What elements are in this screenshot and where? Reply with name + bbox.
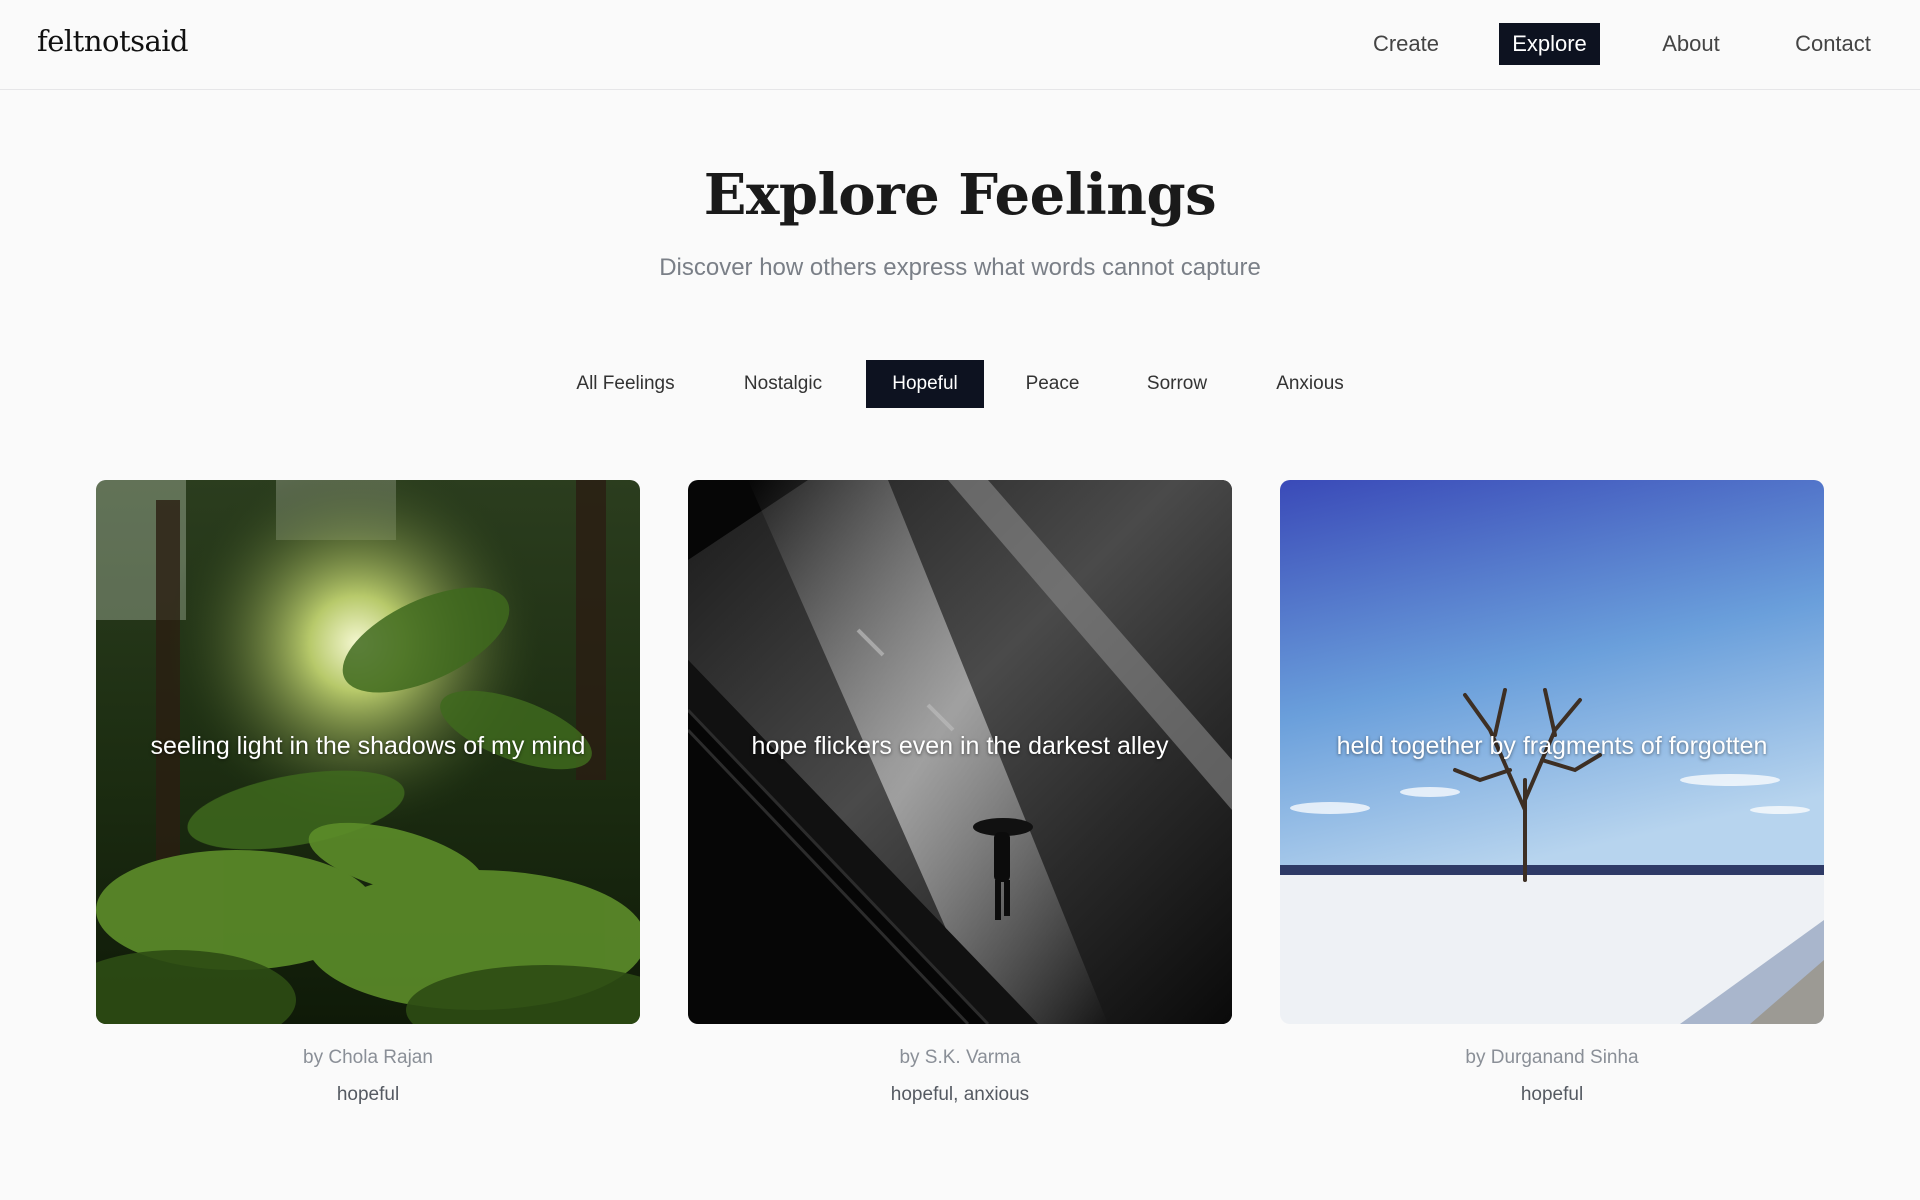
nav-about[interactable]: About (1649, 23, 1733, 65)
card-tags: hopeful (1520, 1084, 1584, 1105)
card-tags: hopeful (336, 1084, 400, 1105)
top-bar: feltnotsaid Create Explore About Contact (0, 0, 1920, 90)
filter-all-feelings[interactable]: All Feelings (552, 360, 699, 408)
card-caption: held together by fragments of forgotten (1336, 732, 1768, 760)
card-caption: hope flickers even in the darkest alley (751, 732, 1169, 760)
nav-explore[interactable]: Explore (1499, 23, 1600, 65)
nav-create[interactable]: Create (1356, 23, 1456, 65)
feeling-card[interactable]: held together by fragments of forgotten (1280, 480, 1824, 1024)
feeling-card[interactable]: hope flickers even in the darkest alley (688, 480, 1232, 1024)
page-title: Explore Feelings (703, 162, 1217, 228)
card-author[interactable]: by Chola Rajan (96, 1047, 640, 1069)
filter-sorrow[interactable]: Sorrow (1122, 360, 1232, 408)
nav-contact[interactable]: Contact (1781, 23, 1885, 65)
card-author[interactable]: by S.K. Varma (688, 1047, 1232, 1069)
card-author[interactable]: by Durganand Sinha (1280, 1047, 1824, 1069)
site-logo[interactable]: feltnotsaid (37, 24, 189, 58)
filter-anxious[interactable]: Anxious (1254, 360, 1366, 408)
page-subtitle: Discover how others express what words c… (659, 254, 1261, 281)
filter-peace[interactable]: Peace (1005, 360, 1100, 408)
filter-hopeful[interactable]: Hopeful (866, 360, 984, 408)
card-tags: hopeful, anxious (890, 1084, 1030, 1105)
filter-nostalgic[interactable]: Nostalgic (722, 360, 844, 408)
card-caption: seeling light in the shadows of my mind (150, 732, 586, 760)
feeling-card[interactable]: seeling light in the shadows of my mind (96, 480, 640, 1024)
